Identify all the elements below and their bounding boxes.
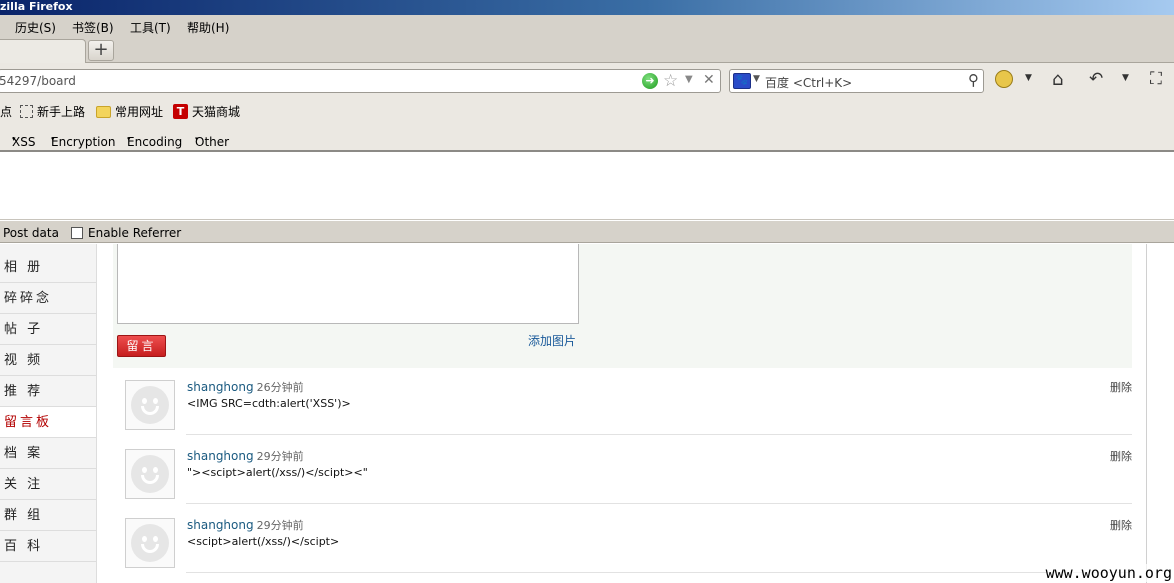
- content-border: [1146, 244, 1147, 583]
- enable-referrer-checkbox[interactable]: [71, 227, 83, 239]
- list-item: shanghong 26分钟前 <IMG SRC=cdth:alert('XSS'…: [113, 368, 1132, 437]
- menu-tools[interactable]: 工具(T): [130, 19, 171, 36]
- sidebar-item-albums[interactable]: 相 册: [0, 252, 96, 283]
- window-title: zilla Firefox: [0, 0, 73, 13]
- addon-dropdown-icon[interactable]: ▼: [1025, 73, 1032, 83]
- bookmark-newbie[interactable]: 新手上路: [20, 103, 85, 120]
- hackbar-url-textarea[interactable]: [0, 152, 1174, 220]
- bookmark-label: 天猫商城: [192, 105, 241, 119]
- hackbar-options: Post data Enable Referrer: [0, 221, 1174, 243]
- divider: [186, 503, 1132, 504]
- sidebar-item-murmurs[interactable]: 碎碎念: [0, 283, 96, 314]
- sidebar-item-profile[interactable]: 档 案: [0, 438, 96, 469]
- search-engine-dropdown-icon[interactable]: ▼: [753, 74, 760, 84]
- sidebar-item-posts[interactable]: 帖 子: [0, 314, 96, 345]
- message-time: 26分钟前: [256, 381, 304, 394]
- tmall-icon: T: [173, 104, 188, 119]
- message-author[interactable]: shanghong 26分钟前: [187, 379, 304, 395]
- chevron-down-icon: ▾: [195, 135, 199, 143]
- bookmark-common-sites[interactable]: 常用网址: [96, 103, 163, 120]
- add-image-link[interactable]: 添加图片: [528, 332, 576, 349]
- home-icon[interactable]: ⌂: [1052, 69, 1063, 90]
- delete-button[interactable]: 删除: [1110, 379, 1132, 395]
- compose-box: 留言 添加图片: [113, 244, 1132, 368]
- bookmark-label: 新手上路: [37, 105, 86, 119]
- post-data-option[interactable]: Post data: [3, 226, 59, 240]
- history-back-icon[interactable]: ↶: [1089, 69, 1103, 89]
- hackbar-menu-label: Encoding: [127, 135, 183, 149]
- message-text: <IMG SRC=cdth:alert('XSS')>: [187, 397, 351, 410]
- menu-history[interactable]: 历史(S): [15, 19, 56, 36]
- avatar[interactable]: [125, 518, 175, 568]
- search-placeholder[interactable]: 百度 <Ctrl+K>: [765, 74, 852, 91]
- star-icon[interactable]: ☆: [663, 71, 678, 91]
- delete-button[interactable]: 删除: [1110, 517, 1132, 533]
- stop-icon[interactable]: ✕: [703, 72, 715, 88]
- hackbar-toolbar: XSS ▾ Encryption ▾ Encoding ▾ Other ▾: [0, 123, 1174, 152]
- avatar[interactable]: [125, 449, 175, 499]
- url-text[interactable]: 54297/board: [0, 74, 76, 88]
- divider: [186, 572, 1132, 573]
- chevron-down-icon: ▾: [12, 135, 16, 143]
- search-bar[interactable]: 🐾 ▼ 百度 <Ctrl+K> ⚲: [729, 69, 984, 93]
- message-textarea[interactable]: [117, 244, 579, 324]
- page-content: 相 册 碎碎念 帖 子 视 频 推 荐 留言板 档 案 关 注 群 组 百 科 …: [0, 244, 1174, 583]
- message-author[interactable]: shanghong 29分钟前: [187, 448, 304, 464]
- tab-current[interactable]: [0, 39, 86, 63]
- dotted-page-icon: [20, 105, 33, 118]
- new-tab-button[interactable]: +: [88, 40, 114, 61]
- smiley-icon: [131, 455, 169, 493]
- url-bar[interactable]: 54297/board ➜ ☆ ▼ ✕: [0, 69, 721, 93]
- message-time: 29分钟前: [256, 519, 304, 532]
- sidebar-item-wiki[interactable]: 百 科: [0, 531, 96, 562]
- message-time: 29分钟前: [256, 450, 304, 463]
- window-title-bar: zilla Firefox: [0, 0, 1174, 15]
- divider: [186, 434, 1132, 435]
- hackbar-menu-label: Encryption: [51, 135, 116, 149]
- go-icon[interactable]: ➜: [642, 73, 658, 89]
- sidebar-item-groups[interactable]: 群 组: [0, 500, 96, 531]
- sidebar-item-guestbook[interactable]: 留言板: [0, 407, 96, 438]
- navigation-bar: 54297/board ➜ ☆ ▼ ✕ 🐾 ▼ 百度 <Ctrl+K> ⚲ ▼ …: [0, 63, 1174, 99]
- watermark: www.wooyun.org: [1045, 564, 1172, 582]
- smiley-icon: [131, 386, 169, 424]
- message-author[interactable]: shanghong 29分钟前: [187, 517, 304, 533]
- history-dropdown-icon[interactable]: ▼: [1122, 73, 1129, 83]
- dropdown-icon[interactable]: ▼: [685, 74, 693, 85]
- delete-button[interactable]: 删除: [1110, 448, 1132, 464]
- chevron-down-icon: ▾: [127, 135, 131, 143]
- list-item: shanghong 29分钟前 "><scipt>alert(/xss/)</sc…: [113, 437, 1132, 506]
- sidebar-item-recommend[interactable]: 推 荐: [0, 376, 96, 407]
- bookmark-item[interactable]: 点: [0, 103, 12, 120]
- post-message-button[interactable]: 留言: [117, 335, 166, 357]
- sidebar-nav: 相 册 碎碎念 帖 子 视 频 推 荐 留言板 档 案 关 注 群 组 百 科: [0, 244, 97, 583]
- smiley-icon: [131, 524, 169, 562]
- message-text: <scipt>alert(/xss/)</scipt>: [187, 535, 340, 548]
- list-item: shanghong 29分钟前 <scipt>alert(/xss/)</scip…: [113, 506, 1132, 575]
- message-text: "><scipt>alert(/xss/)</scipt><": [187, 466, 368, 479]
- avatar[interactable]: [125, 380, 175, 430]
- folder-icon: [96, 105, 111, 118]
- sidebar-item-following[interactable]: 关 注: [0, 469, 96, 500]
- tab-strip: +: [0, 37, 1174, 63]
- bookmark-tmall[interactable]: T 天猫商城: [173, 103, 240, 120]
- bookmark-label: 点: [0, 105, 13, 119]
- fullscreen-icon[interactable]: ⛶: [1150, 69, 1162, 89]
- menu-bookmarks[interactable]: 书签(B): [72, 19, 114, 36]
- bookmark-label: 常用网址: [115, 105, 164, 119]
- addon-icon[interactable]: [995, 70, 1013, 88]
- menu-bar: 历史(S) 书签(B) 工具(T) 帮助(H): [0, 15, 1174, 37]
- chevron-down-icon: ▾: [51, 135, 55, 143]
- menu-help[interactable]: 帮助(H): [187, 19, 229, 36]
- sidebar-item-videos[interactable]: 视 频: [0, 345, 96, 376]
- hackbar-menu-label: Other: [195, 135, 230, 149]
- enable-referrer-label[interactable]: Enable Referrer: [88, 226, 181, 240]
- magnifier-icon[interactable]: ⚲: [968, 71, 979, 89]
- search-engine-icon[interactable]: 🐾: [733, 73, 751, 89]
- bookmarks-toolbar: 点 新手上路 常用网址 T 天猫商城: [0, 99, 1174, 123]
